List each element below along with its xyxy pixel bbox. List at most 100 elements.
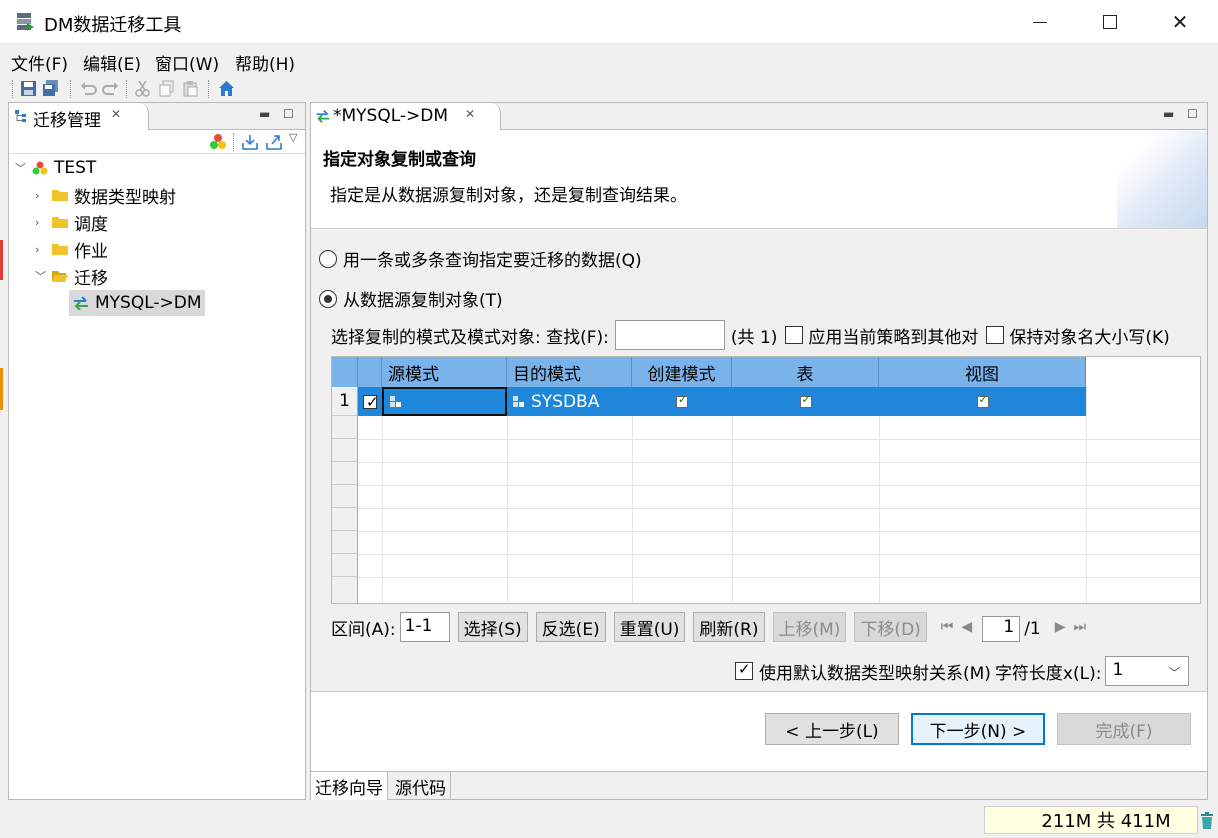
column-table[interactable]: 表: [732, 357, 879, 387]
reset-button[interactable]: 重置(U): [613, 612, 686, 642]
create-schema-checkbox[interactable]: [676, 393, 688, 408]
range-input[interactable]: 1-1: [399, 612, 450, 642]
view-menu-icon[interactable]: ▽: [289, 131, 297, 144]
find-label: 选择复制的模式及模式对象: 查找(F):: [331, 327, 609, 348]
prev-step-button[interactable]: < 上一步(L): [765, 713, 899, 745]
next-step-button[interactable]: 下一步(N) >: [911, 713, 1045, 745]
apply-policy-checkbox[interactable]: [785, 326, 804, 344]
grid-corner: [332, 357, 358, 387]
column-source-schema[interactable]: 源模式: [382, 357, 507, 387]
home-icon[interactable]: [218, 80, 235, 97]
last-page-icon[interactable]: ⏭: [1074, 619, 1087, 635]
maximize-view-icon[interactable]: ☐: [283, 107, 294, 121]
char-length-select[interactable]: 1 ﹀: [1105, 656, 1190, 686]
find-input[interactable]: [614, 320, 725, 350]
option-query[interactable]: 用一条或多条查询指定要迁移的数据(Q): [319, 246, 642, 271]
maximize-button[interactable]: [1075, 0, 1145, 44]
refresh-button[interactable]: 刷新(R): [693, 612, 765, 642]
move-down-button[interactable]: 下移(D): [854, 612, 927, 642]
toolbar-separator: [126, 80, 127, 98]
invert-select-button[interactable]: 反选(E): [535, 612, 606, 642]
keep-case-label: 保持对象名大小写(K): [1009, 327, 1170, 348]
select-button[interactable]: 选择(S): [457, 612, 528, 642]
tab-source-code[interactable]: 源代码: [391, 772, 451, 800]
query-radio[interactable]: [319, 249, 337, 268]
close-button[interactable]: ✕: [1145, 0, 1215, 44]
minimize-view-icon[interactable]: ▬: [259, 107, 270, 121]
toolbar-separator: [12, 80, 13, 98]
tree-node-schedule[interactable]: › 调度: [35, 209, 108, 235]
tree-node-mysql-dm[interactable]: MYSQL->DM: [69, 290, 205, 316]
create-schema-cell[interactable]: [632, 387, 732, 416]
tree-node-root[interactable]: ﹀ TEST: [15, 155, 96, 181]
transfer-icon: [316, 110, 330, 123]
menu-edit[interactable]: 编辑(E): [83, 50, 141, 75]
target-schema-value: SYSDBA: [531, 391, 600, 412]
prev-page-icon[interactable]: ◀: [961, 619, 972, 635]
project-icon[interactable]: [209, 133, 227, 151]
row-select-checkbox[interactable]: [363, 393, 379, 411]
first-page-icon[interactable]: ⏮: [941, 619, 954, 635]
column-view[interactable]: 视图: [879, 357, 1086, 387]
close-tab-icon[interactable]: ✕: [111, 107, 121, 121]
save-icon[interactable]: [20, 80, 37, 97]
tab-mysql-dm[interactable]: *MYSQL->DM ✕: [311, 103, 501, 130]
close-tab-icon[interactable]: ✕: [465, 107, 475, 121]
object-count: (共 1): [730, 327, 778, 348]
page-input[interactable]: 1: [982, 616, 1021, 642]
tree-node-type-mapping[interactable]: › 数据类型映射: [35, 182, 176, 208]
save-all-icon[interactable]: [42, 80, 59, 97]
tree-label: 迁移: [74, 268, 108, 289]
row-number: [332, 554, 358, 577]
tab-label: 迁移管理: [33, 111, 101, 131]
chevron-down-icon[interactable]: ﹀: [35, 268, 51, 284]
chevron-down-icon[interactable]: ﹀: [15, 160, 31, 176]
next-page-icon[interactable]: ▶: [1055, 619, 1066, 635]
table-checkbox[interactable]: [799, 393, 812, 408]
column-target-schema[interactable]: 目的模式: [507, 357, 632, 387]
undo-icon[interactable]: [80, 80, 97, 97]
tree-node-job[interactable]: › 作业: [35, 236, 108, 262]
minimize-button[interactable]: [1005, 0, 1075, 44]
cut-icon[interactable]: [134, 80, 151, 97]
paste-icon[interactable]: [182, 80, 199, 97]
option-copy-objects[interactable]: 从数据源复制对象(T): [319, 286, 503, 311]
move-up-button[interactable]: 上移(M): [772, 612, 847, 642]
copy-icon[interactable]: [158, 80, 175, 97]
view-cell[interactable]: [879, 387, 1086, 416]
finish-button[interactable]: 完成(F): [1057, 713, 1191, 745]
target-schema-cell[interactable]: SYSDBA: [507, 387, 632, 416]
row-select-cell[interactable]: [358, 387, 382, 416]
tree-label: 作业: [74, 241, 108, 262]
wizard-description: 指定是从数据源复制对象，还是复制查询结果。: [330, 186, 687, 206]
table-cell[interactable]: [732, 387, 879, 416]
trash-icon[interactable]: [1200, 812, 1214, 830]
chevron-right-icon[interactable]: ›: [35, 243, 51, 256]
view-checkbox[interactable]: [976, 393, 989, 408]
minimize-view-icon[interactable]: ▬: [1163, 107, 1174, 121]
menu-help[interactable]: 帮助(H): [235, 50, 295, 75]
option-label: 从数据源复制对象(T): [343, 291, 503, 311]
export-icon[interactable]: [265, 133, 283, 151]
grid-line: [358, 531, 1200, 532]
editor-bottom-tabs: 迁移向导 源代码: [311, 771, 1207, 800]
grid-line: [358, 462, 1200, 463]
redo-icon[interactable]: [102, 80, 119, 97]
menu-window[interactable]: 窗口(W): [155, 50, 219, 75]
menu-file[interactable]: 文件(F): [11, 50, 68, 75]
maximize-view-icon[interactable]: ☐: [1187, 107, 1198, 121]
grid-line: [358, 439, 1200, 440]
tree-node-migration[interactable]: ﹀ 迁移: [35, 263, 108, 289]
chevron-right-icon[interactable]: ›: [35, 216, 51, 229]
import-icon[interactable]: [241, 133, 259, 151]
edge-decoration: [0, 368, 3, 410]
column-create-schema[interactable]: 创建模式: [632, 357, 732, 387]
chevron-right-icon[interactable]: ›: [35, 189, 51, 202]
row-number: [332, 577, 358, 603]
tab-migration-wizard[interactable]: 迁移向导: [311, 772, 388, 800]
tab-migration-manager[interactable]: 迁移管理 ✕: [9, 103, 149, 131]
default-mapping-checkbox[interactable]: [735, 660, 753, 680]
keep-case-checkbox[interactable]: [986, 326, 1005, 344]
copy-objects-radio[interactable]: [319, 289, 337, 308]
source-schema-cell[interactable]: [382, 387, 507, 416]
